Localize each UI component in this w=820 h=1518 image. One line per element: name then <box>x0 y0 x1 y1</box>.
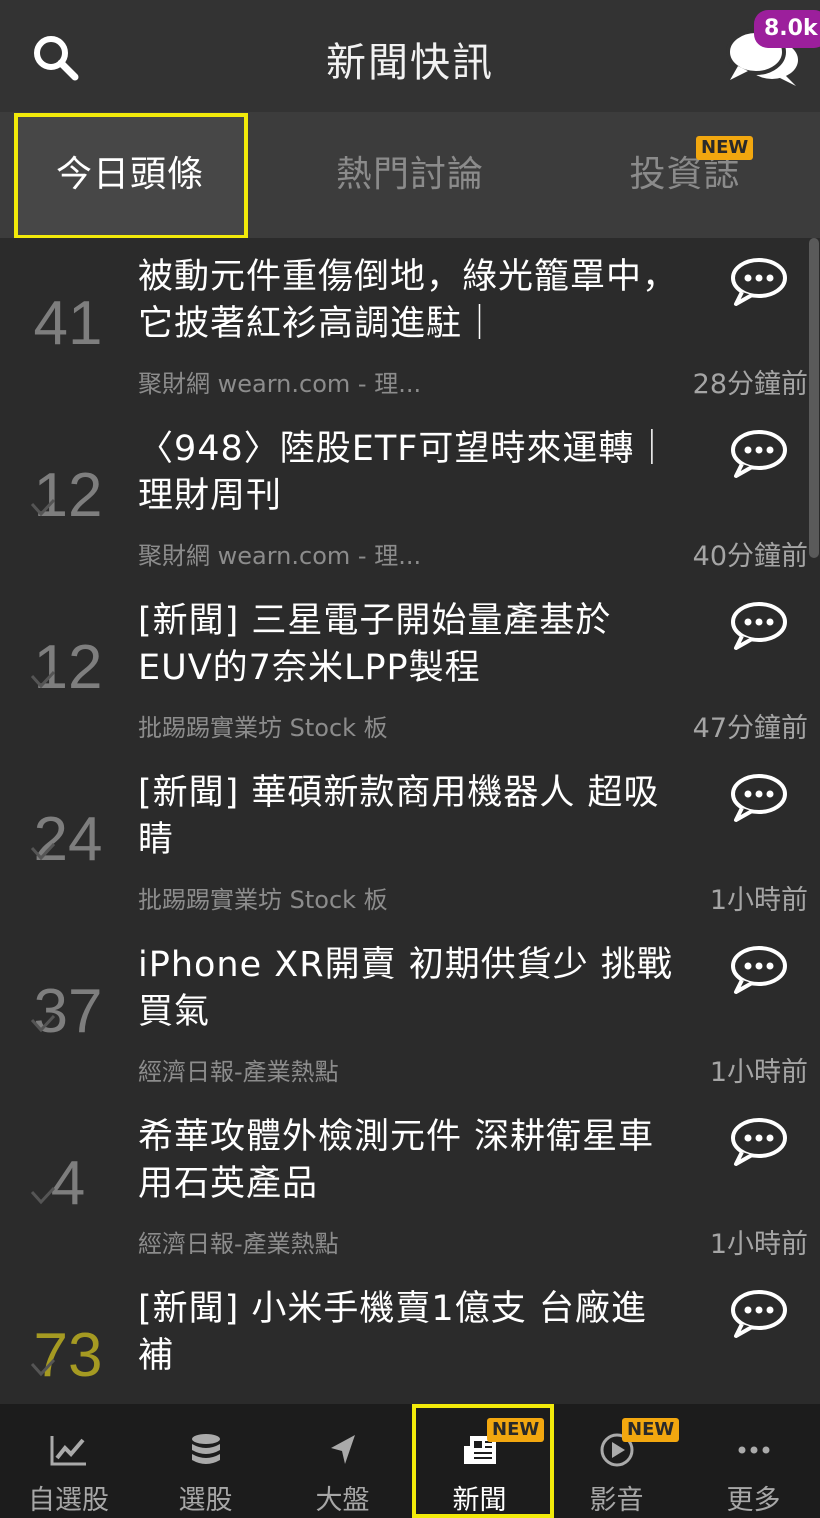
news-headline[interactable]: [新聞] 小米手機賣1億支 台廠進補 <box>138 1286 678 1380</box>
view-count: 37 <box>33 977 103 1046</box>
view-count: 4 <box>50 1149 86 1218</box>
news-source: 聚財網 wearn.com - 理... <box>138 370 422 398</box>
comment-icon[interactable] <box>728 1288 790 1340</box>
comment-icon[interactable] <box>728 944 790 996</box>
bottom-navigation: 自選股 選股 大盤 新聞 NEW 影音 NEW 更多 <box>0 1404 820 1518</box>
tab-headlines[interactable]: 今日頭條 <box>14 112 246 238</box>
tab-investment-journal[interactable]: 投資誌 <box>560 112 810 238</box>
news-item[interactable]: 4 希華攻體外檢測元件 深耕衛星車用石英產品經濟日報-產業熱點 1小時前 <box>0 1098 820 1272</box>
news-item[interactable]: 73 [新聞] 小米手機賣1億支 台廠進補 <box>0 1270 820 1404</box>
news-headline[interactable]: iPhone XR開賣 初期供貨少 挑戰買氣 <box>138 942 678 1036</box>
nav-news[interactable]: 新聞 NEW <box>411 1404 548 1518</box>
check-mark-icon <box>30 1186 56 1205</box>
tab-bar: 今日頭條 熱門討論 投資誌 NEW <box>0 112 820 239</box>
news-time: 1小時前 <box>709 1229 808 1260</box>
view-count: 41 <box>33 289 103 358</box>
news-item[interactable]: 12 [新聞] 三星電子開始量產基於EUV的7奈米LPP製程批踢踢實業坊 Stoc… <box>0 582 820 756</box>
nav-stock-picker[interactable]: 選股 <box>137 1404 274 1518</box>
news-headline[interactable]: 被動元件重傷倒地，綠光籠罩中，它披著紅衫高調進駐｜ <box>138 254 678 348</box>
new-badge: NEW <box>696 136 754 160</box>
check-mark-icon <box>30 498 56 517</box>
comment-icon[interactable] <box>728 1116 790 1168</box>
news-item[interactable]: 41 被動元件重傷倒地，綠光籠罩中，它披著紅衫高調進駐｜ 聚財網 wearn.com… <box>0 238 820 412</box>
check-mark-icon <box>30 670 56 689</box>
top-bar: 新聞快訊 8.0k <box>0 0 820 112</box>
nav-label: 大盤 <box>315 1485 370 1516</box>
news-source: 經濟日報-產業熱點 <box>138 1058 339 1086</box>
nav-watchlist[interactable]: 自選股 <box>0 1404 137 1518</box>
more-dots-icon <box>738 1446 769 1454</box>
check-mark-icon <box>30 1014 56 1033</box>
new-badge: NEW <box>622 1418 680 1442</box>
news-headline[interactable]: [新聞] 華碩新款商用機器人 超吸睛 <box>138 770 678 864</box>
new-badge: NEW <box>487 1418 545 1442</box>
check-mark-icon <box>30 1358 56 1377</box>
news-item[interactable]: 24 [新聞] 華碩新款商用機器人 超吸睛批踢踢實業坊 Stock 板 1小時前 <box>0 754 820 928</box>
news-source: 經濟日報-產業熱點 <box>138 1230 339 1258</box>
news-time: 40分鐘前 <box>692 541 808 572</box>
view-count: 73 <box>33 1321 103 1390</box>
comment-icon[interactable] <box>728 256 790 308</box>
database-icon <box>191 1434 220 1464</box>
nav-label: 影音 <box>589 1485 644 1516</box>
news-time: 28分鐘前 <box>692 369 808 400</box>
comment-icon[interactable] <box>728 600 790 652</box>
news-time: 1小時前 <box>709 885 808 916</box>
nav-label: 自選股 <box>28 1485 109 1516</box>
scrollbar[interactable] <box>809 238 819 558</box>
comment-icon[interactable] <box>728 772 790 824</box>
news-list[interactable]: 41 被動元件重傷倒地，綠光籠罩中，它披著紅衫高調進駐｜ 聚財網 wearn.com… <box>0 238 820 1404</box>
news-time: 47分鐘前 <box>692 713 808 744</box>
news-item[interactable]: 12 〈948〉陸股ETF可望時來運轉｜理財周刊聚財網 wearn.com - 理… <box>0 410 820 584</box>
view-count: 12 <box>33 461 103 530</box>
comment-icon[interactable] <box>728 428 790 480</box>
chat-count-badge: 8.0k <box>754 10 820 48</box>
news-source: 批踢踢實業坊 Stock 板 <box>138 714 388 742</box>
news-source: 批踢踢實業坊 Stock 板 <box>138 886 388 914</box>
nav-label: 更多 <box>726 1485 781 1516</box>
nav-label: 選股 <box>178 1485 233 1516</box>
view-count: 24 <box>33 805 103 874</box>
nav-label: 新聞 <box>452 1485 507 1516</box>
nav-more[interactable]: 更多 <box>685 1404 820 1518</box>
page-title: 新聞快訊 <box>326 40 494 86</box>
view-count: 12 <box>33 633 103 702</box>
nav-market[interactable]: 大盤 <box>274 1404 411 1518</box>
news-source: 聚財網 wearn.com - 理... <box>138 542 422 570</box>
line-chart-icon <box>50 1436 86 1466</box>
tab-hot-discussion[interactable]: 熱門討論 <box>276 112 544 238</box>
navigation-arrow-icon <box>330 1435 355 1464</box>
check-mark-icon <box>30 842 56 861</box>
news-headline[interactable]: 希華攻體外檢測元件 深耕衛星車用石英產品 <box>138 1114 678 1208</box>
news-headline[interactable]: 〈948〉陸股ETF可望時來運轉｜理財周刊 <box>138 426 678 520</box>
news-item[interactable]: 37 iPhone XR開賣 初期供貨少 挑戰買氣經濟日報-產業熱點 1小時前 <box>0 926 820 1100</box>
nav-media[interactable]: 影音 NEW <box>548 1404 685 1518</box>
news-headline[interactable]: [新聞] 三星電子開始量產基於EUV的7奈米LPP製程 <box>138 598 678 692</box>
news-time: 1小時前 <box>709 1057 808 1088</box>
